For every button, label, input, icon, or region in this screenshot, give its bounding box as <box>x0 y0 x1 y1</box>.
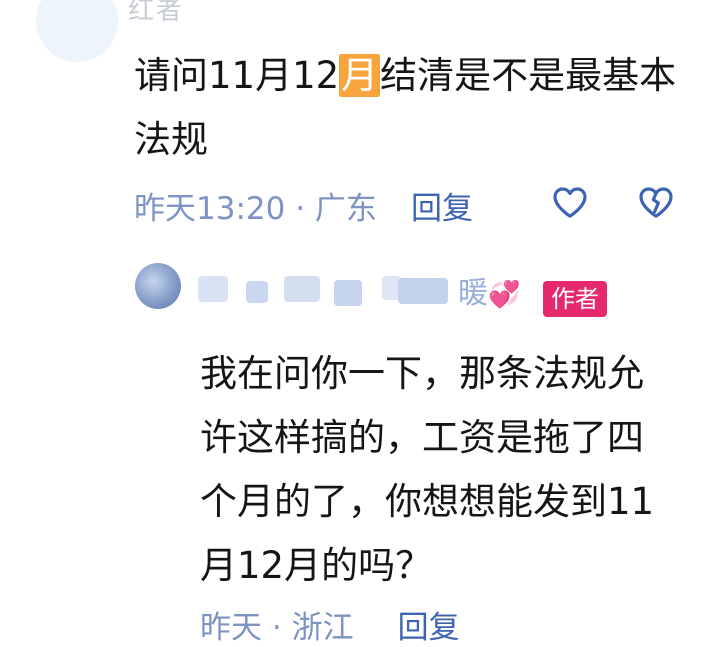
reply-text: 我在问你一下，那条法规允许这样搞的，工资是拖了四个月的了，你想想能发到11月12… <box>200 352 655 587</box>
author-name-text: 暖 <box>458 276 488 311</box>
comment-location: 广东 <box>314 191 377 227</box>
reply-button[interactable]: 回复 <box>411 183 473 228</box>
highlighted-word: 月 <box>339 54 381 97</box>
broken-heart-icon <box>639 187 673 218</box>
author-avatar[interactable] <box>135 263 181 309</box>
meta-separator: · <box>295 191 306 227</box>
like-button[interactable] <box>550 182 590 222</box>
comment-meta: 昨天13:20 · 广东 <box>134 183 377 228</box>
heart-outline-icon <box>553 187 587 218</box>
commenter-name[interactable]: 红者 <box>128 0 184 27</box>
reply-location: 浙江 <box>291 610 354 646</box>
author-name-visible[interactable]: 暖💞 <box>458 268 520 312</box>
meta-separator: · <box>271 610 282 646</box>
comment-timestamp: 昨天13:20 <box>134 191 286 227</box>
comment-text: 请问11月12月结清是不是最基本法规 <box>134 44 704 172</box>
reply-meta: 昨天 · 浙江 回复 <box>200 602 460 647</box>
heart-emoji-icon: 💞 <box>488 280 521 310</box>
dislike-button[interactable] <box>636 182 676 222</box>
commenter-avatar[interactable] <box>36 0 118 62</box>
author-badge: 作者 <box>543 281 607 317</box>
comment-text-part: 请问11月12 <box>134 54 340 97</box>
reply-timestamp: 昨天 <box>200 610 262 646</box>
reply-button[interactable]: 回复 <box>398 610 460 646</box>
